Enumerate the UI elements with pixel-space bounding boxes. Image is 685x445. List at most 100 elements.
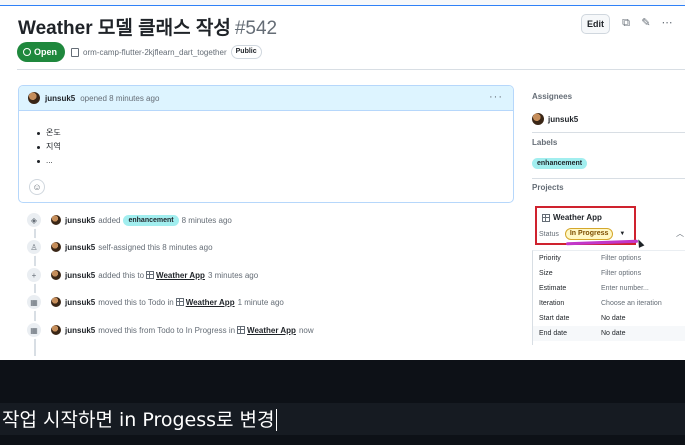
- issue-title-text: Weather 모델 클래스 작성: [18, 18, 231, 39]
- chevron-up-icon[interactable]: ︿: [676, 228, 684, 239]
- field-row[interactable]: Estimate Enter number...: [533, 281, 685, 296]
- field-name: Size: [539, 270, 553, 277]
- status-badge-label: Open: [34, 47, 58, 57]
- mouse-cursor-icon: [635, 238, 645, 248]
- field-value[interactable]: Enter number...: [601, 285, 649, 292]
- timeline-event: + junsuk5 added this to Weather App 3 mi…: [25, 266, 258, 284]
- issue-page: Weather 모델 클래스 작성 #542 Edit ⧉ ✎ ⋯ Open or…: [0, 6, 685, 360]
- field-row[interactable]: End date No date: [533, 326, 685, 341]
- assignees-heading[interactable]: Assignees: [532, 92, 572, 101]
- pin-icon[interactable]: ✎: [640, 17, 652, 29]
- table-icon: [237, 326, 246, 334]
- project-status: Status In Progress ▼: [539, 228, 625, 240]
- project-fields: Priority Filter options Size Filter option…: [532, 250, 685, 345]
- field-value[interactable]: Filter options: [601, 270, 641, 277]
- tag-icon: ◈: [25, 211, 43, 229]
- field-row[interactable]: Iteration Choose an iteration: [533, 296, 685, 311]
- avatar[interactable]: [51, 215, 61, 225]
- comment-body: 온도 지역 ...: [37, 126, 61, 168]
- event-user[interactable]: junsuk5: [65, 298, 95, 307]
- sidebar-divider: [532, 132, 685, 133]
- field-name: Estimate: [539, 285, 567, 292]
- timeline-event: ♙ junsuk5 self-assigned this 8 minutes a…: [25, 238, 213, 256]
- timeline-event: ▦ junsuk5 moved this from Todo to In Pro…: [25, 321, 314, 339]
- field-name: Priority: [539, 255, 561, 262]
- person-icon: ♙: [25, 238, 43, 256]
- event-time: 8 minutes ago: [181, 215, 232, 225]
- avatar[interactable]: [51, 270, 61, 280]
- comment-header: junsuk5 opened 8 minutes ago: [19, 86, 513, 111]
- event-user[interactable]: junsuk5: [65, 326, 95, 335]
- field-value[interactable]: No date: [601, 315, 626, 322]
- avatar[interactable]: [28, 92, 40, 104]
- issue-title: Weather 모델 클래스 작성 #542: [18, 13, 277, 40]
- avatar[interactable]: [51, 242, 61, 252]
- repo-line: orm-camp-flutter-2kjflearn_dart_together…: [71, 44, 262, 60]
- status-select[interactable]: In Progress: [564, 228, 614, 240]
- event-text: moved this to Todo in: [98, 297, 174, 307]
- sidebar-label[interactable]: enhancement: [532, 158, 588, 169]
- table-icon: [542, 213, 550, 222]
- status-badge: Open: [17, 42, 66, 62]
- caption: 작업 시작하면 in Progess로 변경: [2, 405, 277, 432]
- sidebar-divider: [532, 178, 685, 179]
- project-link[interactable]: Weather App: [156, 271, 205, 280]
- issue-number: #542: [234, 18, 278, 39]
- caret-down-icon[interactable]: ▼: [619, 231, 625, 237]
- event-label[interactable]: enhancement: [123, 214, 179, 226]
- list-item: 온도: [37, 126, 61, 140]
- smiley-icon[interactable]: ☺: [29, 179, 45, 195]
- field-name: Iteration: [539, 300, 565, 307]
- event-time: 3 minutes ago: [207, 270, 259, 280]
- labels-heading[interactable]: Labels: [532, 138, 557, 147]
- avatar[interactable]: [51, 325, 61, 335]
- assignee[interactable]: junsuk5: [532, 113, 578, 125]
- projects-heading[interactable]: Projects: [532, 183, 564, 192]
- project-title[interactable]: Weather App: [540, 213, 602, 222]
- repo-icon: [71, 47, 79, 57]
- project-link[interactable]: Weather App: [186, 298, 235, 307]
- field-name: Start date: [539, 315, 570, 322]
- event-user[interactable]: junsuk5: [65, 216, 95, 225]
- table-icon: ▦: [25, 293, 43, 311]
- event-time: now: [298, 325, 314, 335]
- plus-icon: +: [25, 266, 43, 284]
- event-user[interactable]: junsuk5: [65, 271, 95, 280]
- field-row[interactable]: Priority Filter options: [533, 251, 685, 266]
- visibility-badge: Public: [230, 45, 262, 59]
- field-value[interactable]: Choose an iteration: [601, 300, 662, 307]
- caption-text: 작업 시작하면 in Progess로 변경: [2, 409, 275, 431]
- avatar[interactable]: [51, 297, 61, 307]
- timeline-event: ◈ junsuk5 added enhancement 8 minutes ag…: [25, 211, 232, 229]
- table-icon: ▦: [25, 321, 43, 339]
- table-icon: [175, 298, 184, 306]
- project-link[interactable]: Weather App: [247, 326, 296, 335]
- issue-comment: junsuk5 opened 8 minutes ago ··· 온도 지역 .…: [18, 85, 514, 203]
- header-divider: [17, 69, 685, 70]
- status-label: Status: [539, 230, 559, 238]
- project-name: Weather App: [553, 213, 602, 222]
- kebab-menu-icon[interactable]: ···: [489, 91, 503, 103]
- edit-button[interactable]: Edit: [581, 14, 610, 34]
- field-value[interactable]: No date: [601, 330, 626, 337]
- assignee-name: junsuk5: [548, 114, 579, 124]
- event-text: added: [98, 215, 121, 225]
- list-item: 지역: [37, 140, 61, 154]
- comment-meta: opened 8 minutes ago: [80, 93, 160, 103]
- more-icon[interactable]: ⋯: [661, 17, 673, 29]
- event-time: 1 minute ago: [237, 297, 284, 307]
- field-name: End date: [539, 330, 568, 337]
- field-row[interactable]: Size Filter options: [533, 266, 685, 281]
- event-user[interactable]: junsuk5: [65, 243, 95, 252]
- event-text: self-assigned this 8 minutes ago: [98, 242, 213, 252]
- event-text: added this to: [98, 270, 145, 280]
- avatar: [532, 113, 544, 125]
- field-value[interactable]: Filter options: [601, 255, 641, 262]
- event-text: moved this from Todo to In Progress in: [98, 325, 236, 335]
- field-row[interactable]: Start date No date: [533, 311, 685, 326]
- copy-icon[interactable]: ⧉: [620, 17, 632, 29]
- repo-name[interactable]: orm-camp-flutter-2kjflearn_dart_together: [83, 48, 227, 57]
- timeline-event: ▦ junsuk5 moved this to Todo in Weather …: [25, 293, 284, 311]
- comment-author[interactable]: junsuk5: [45, 94, 75, 103]
- list-item: ...: [37, 154, 61, 168]
